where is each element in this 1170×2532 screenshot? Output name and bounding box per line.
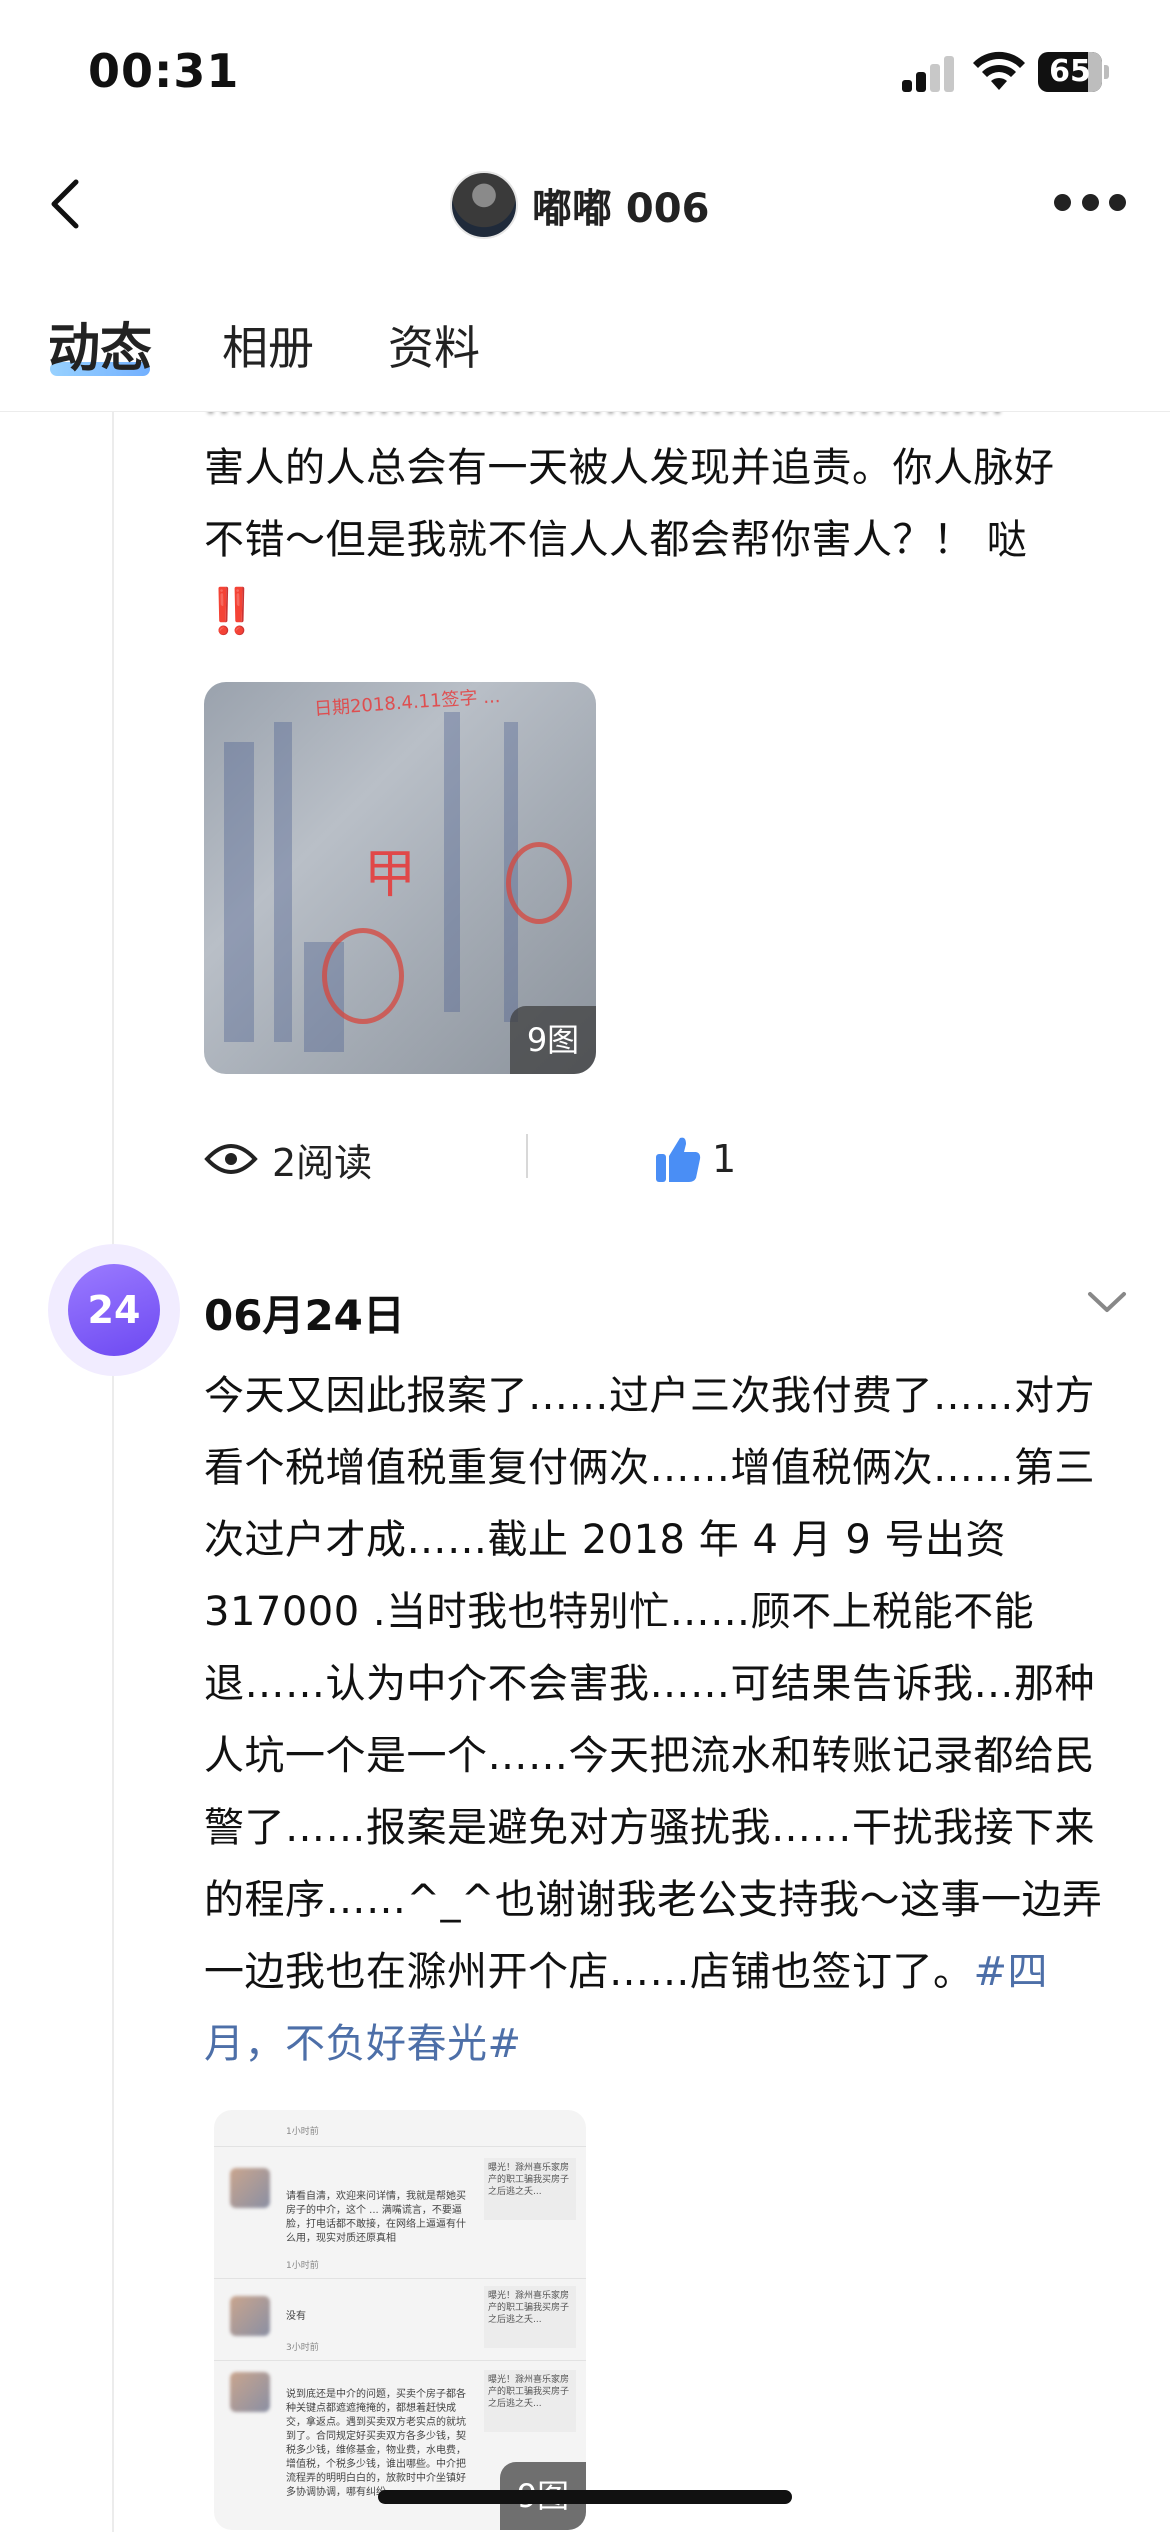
post-body: 今天又因此报案了……过户三次我付费了……对方看个税增值税重复付俩次……增值税俩次… (204, 1360, 1124, 2080)
chat-linked-post: 曝光！滁州喜乐家房产的职工骗我买房子之后逃之夭... (484, 2158, 576, 2220)
home-indicator[interactable] (378, 2490, 792, 2504)
thumbs-up-icon (656, 1137, 701, 1182)
date-badge: 24 (68, 1264, 160, 1356)
page-title: 嘟嘟 006 (532, 186, 710, 232)
dot-icon (1081, 194, 1099, 211)
tab-album[interactable]: 相册 (222, 312, 314, 378)
chat-timestamp: 3小时前 (286, 2343, 319, 2353)
more-options-button[interactable] (1054, 194, 1126, 218)
chat-timestamp: 1小时前 (286, 2261, 319, 2271)
chat-linked-post: 曝光！滁州喜乐家房产的职工骗我买房子之后逃之夭... (484, 2286, 576, 2348)
profile-tabs: 动态 相册 资料 (0, 300, 1170, 412)
stamp-character: 甲 (364, 845, 417, 905)
divider (526, 1134, 528, 1178)
nav-header: 嘟嘟 006 (0, 150, 1170, 260)
eye-icon (204, 1144, 258, 1174)
chat-avatar (230, 2372, 270, 2412)
post-text: 害人的人总会有一天被人发现并追责。你人脉好 不错～但是我就不信人人都会帮你害人？… (204, 432, 1124, 648)
view-count-label: 2阅读 (272, 1140, 373, 1185)
chat-avatar (230, 2296, 270, 2336)
cellular-signal-icon (902, 56, 956, 92)
like-count: 1 (712, 1137, 737, 1181)
tab-profile-info[interactable]: 资料 (388, 312, 480, 378)
post-date: 06月24日 (204, 1291, 405, 1340)
chat-linked-post: 曝光！滁州喜乐家房产的职工骗我买房子之后逃之夭... (484, 2370, 576, 2432)
stamp-mark (506, 842, 572, 924)
image-count-badge: 9图 (510, 1006, 596, 1074)
battery-level: 65 (1049, 54, 1091, 89)
post-stats: 2阅读 1 (204, 1128, 1104, 1188)
avatar[interactable] (450, 171, 518, 239)
exclaim-emoji: ‼️ (204, 586, 260, 637)
chat-message: 没有 (286, 2311, 306, 2322)
timeline-line (112, 412, 114, 2532)
status-bar: 00:31 65 (0, 0, 1170, 150)
battery-icon: 65 (1038, 52, 1109, 92)
post-image[interactable]: 甲 日期2018.4.11签字 ... 9图 (204, 682, 596, 1074)
chat-timestamp: 1小时前 (286, 2127, 319, 2137)
feed: …………………………………………………… 害人的人总会有一天被人发现并追责。你人… (0, 412, 1170, 2532)
tab-moments[interactable]: 动态 (48, 306, 152, 381)
post-text: 今天又因此报案了……过户三次我付费了……对方看个税增值税重复付俩次……增值税俩次… (204, 1373, 1103, 1995)
chevron-down-icon[interactable] (1082, 1282, 1132, 1322)
profile-header[interactable]: 嘟嘟 006 (450, 170, 709, 240)
image-handwriting: 日期2018.4.11签字 ... (313, 685, 501, 720)
wifi-icon (973, 51, 1025, 90)
stamp-mark (322, 928, 404, 1024)
status-time: 00:31 (88, 44, 240, 98)
post-text-line: 害人的人总会有一天被人发现并追责。你人脉好 (204, 445, 1055, 491)
like-button[interactable]: 1 (654, 1132, 736, 1186)
dot-icon (1054, 194, 1071, 211)
chat-avatar (230, 2168, 270, 2208)
post-text-line: 不错～但是我就不信人人都会帮你害人？！ 哒 (204, 517, 1028, 563)
dot-icon (1109, 194, 1126, 211)
chat-message: 说到底还是中介的问题，买卖个房子都各种关键点都遮遮掩掩的，都想着赶快成交，拿返点… (286, 2389, 466, 2498)
chat-message: 请看自清，欢迎来问详情，我就是帮她买房子的中介，这个 ... 满嘴谎言，不要逼脸… (286, 2191, 466, 2244)
view-count: 2阅读 (204, 1134, 373, 1185)
post-image[interactable]: 1小时前 请看自清，欢迎来问详情，我就是帮她买房子的中介，这个 ... 满嘴谎言… (214, 2110, 586, 2530)
back-button[interactable] (36, 174, 96, 234)
